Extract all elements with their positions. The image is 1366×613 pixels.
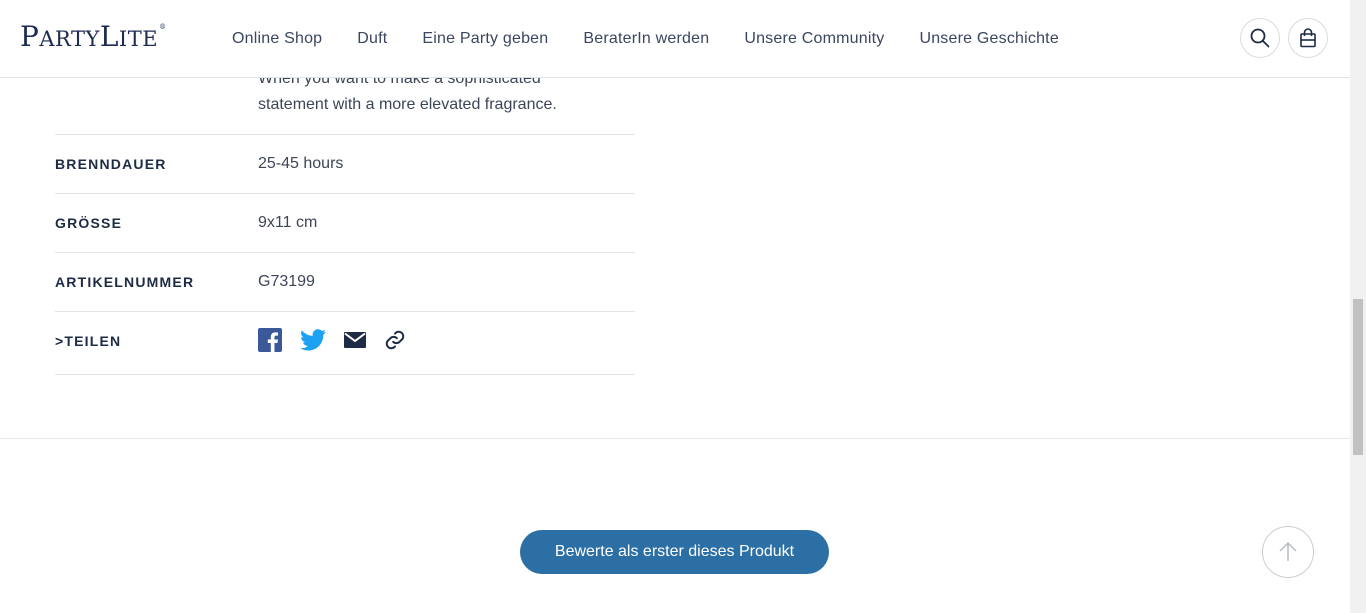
section-divider [0,438,1350,439]
scrollbar-thumb[interactable] [1353,299,1363,455]
logo-letters: ITE [118,27,159,51]
logo-letter: L [99,20,119,53]
nav-item-berater[interactable]: BeraterIn werden [583,30,709,48]
nav-item-geschichte[interactable]: Unsere Geschichte [919,30,1058,48]
write-first-review-button[interactable]: Bewerte als erster dieses Produkt [520,530,829,574]
twitter-icon[interactable] [300,329,326,351]
logo-letters: ARTY [39,27,100,51]
description-line-2: statement with a more elevated fragrance… [258,96,557,113]
detail-table-bottom-border [55,374,635,375]
share-icons [258,328,424,352]
search-icon [1250,28,1270,48]
page-content: When you want to make a sophisticated st… [0,0,1350,613]
detail-row-article-number: ARTIKELNUMMER G73199 [55,252,635,311]
detail-label: ARTIKELNUMMER [55,274,195,290]
detail-value: G73199 [258,273,315,290]
detail-label: GRÖSSE [55,215,123,231]
detail-row-size: GRÖSSE 9x11 cm [55,193,635,252]
share-label: >TEILEN [55,333,122,349]
nav-item-party[interactable]: Eine Party geben [422,30,548,48]
main-nav: Online Shop Duft Eine Party geben Berate… [232,0,1094,78]
detail-value: 25-45 hours [258,155,344,172]
detail-value: 9x11 cm [258,214,318,231]
nav-item-community[interactable]: Unsere Community [744,30,884,48]
link-icon[interactable] [384,329,406,351]
nav-item-duft[interactable]: Duft [357,30,387,48]
arrow-up-icon [1279,541,1297,561]
detail-row-share: >TEILEN [55,311,635,374]
logo-letter: P [20,20,40,53]
cart-button[interactable] [1288,18,1328,58]
detail-row-burn-time: BRENNDAUER 25-45 hours [55,134,635,193]
email-icon[interactable] [344,332,366,348]
partylite-logo[interactable]: P ARTY L ITE ® [20,20,167,54]
nav-item-online-shop[interactable]: Online Shop [232,30,322,48]
registered-mark: ® [159,23,167,31]
site-header: P ARTY L ITE ® Online Shop Duft Eine Party g… [0,0,1350,78]
search-button[interactable] [1240,18,1280,58]
page-scrollbar[interactable] [1350,0,1366,613]
shopping-bag-icon [1300,28,1316,48]
back-to-top-button[interactable] [1262,526,1314,578]
facebook-icon[interactable] [258,328,282,352]
detail-label: BRENNDAUER [55,156,167,172]
